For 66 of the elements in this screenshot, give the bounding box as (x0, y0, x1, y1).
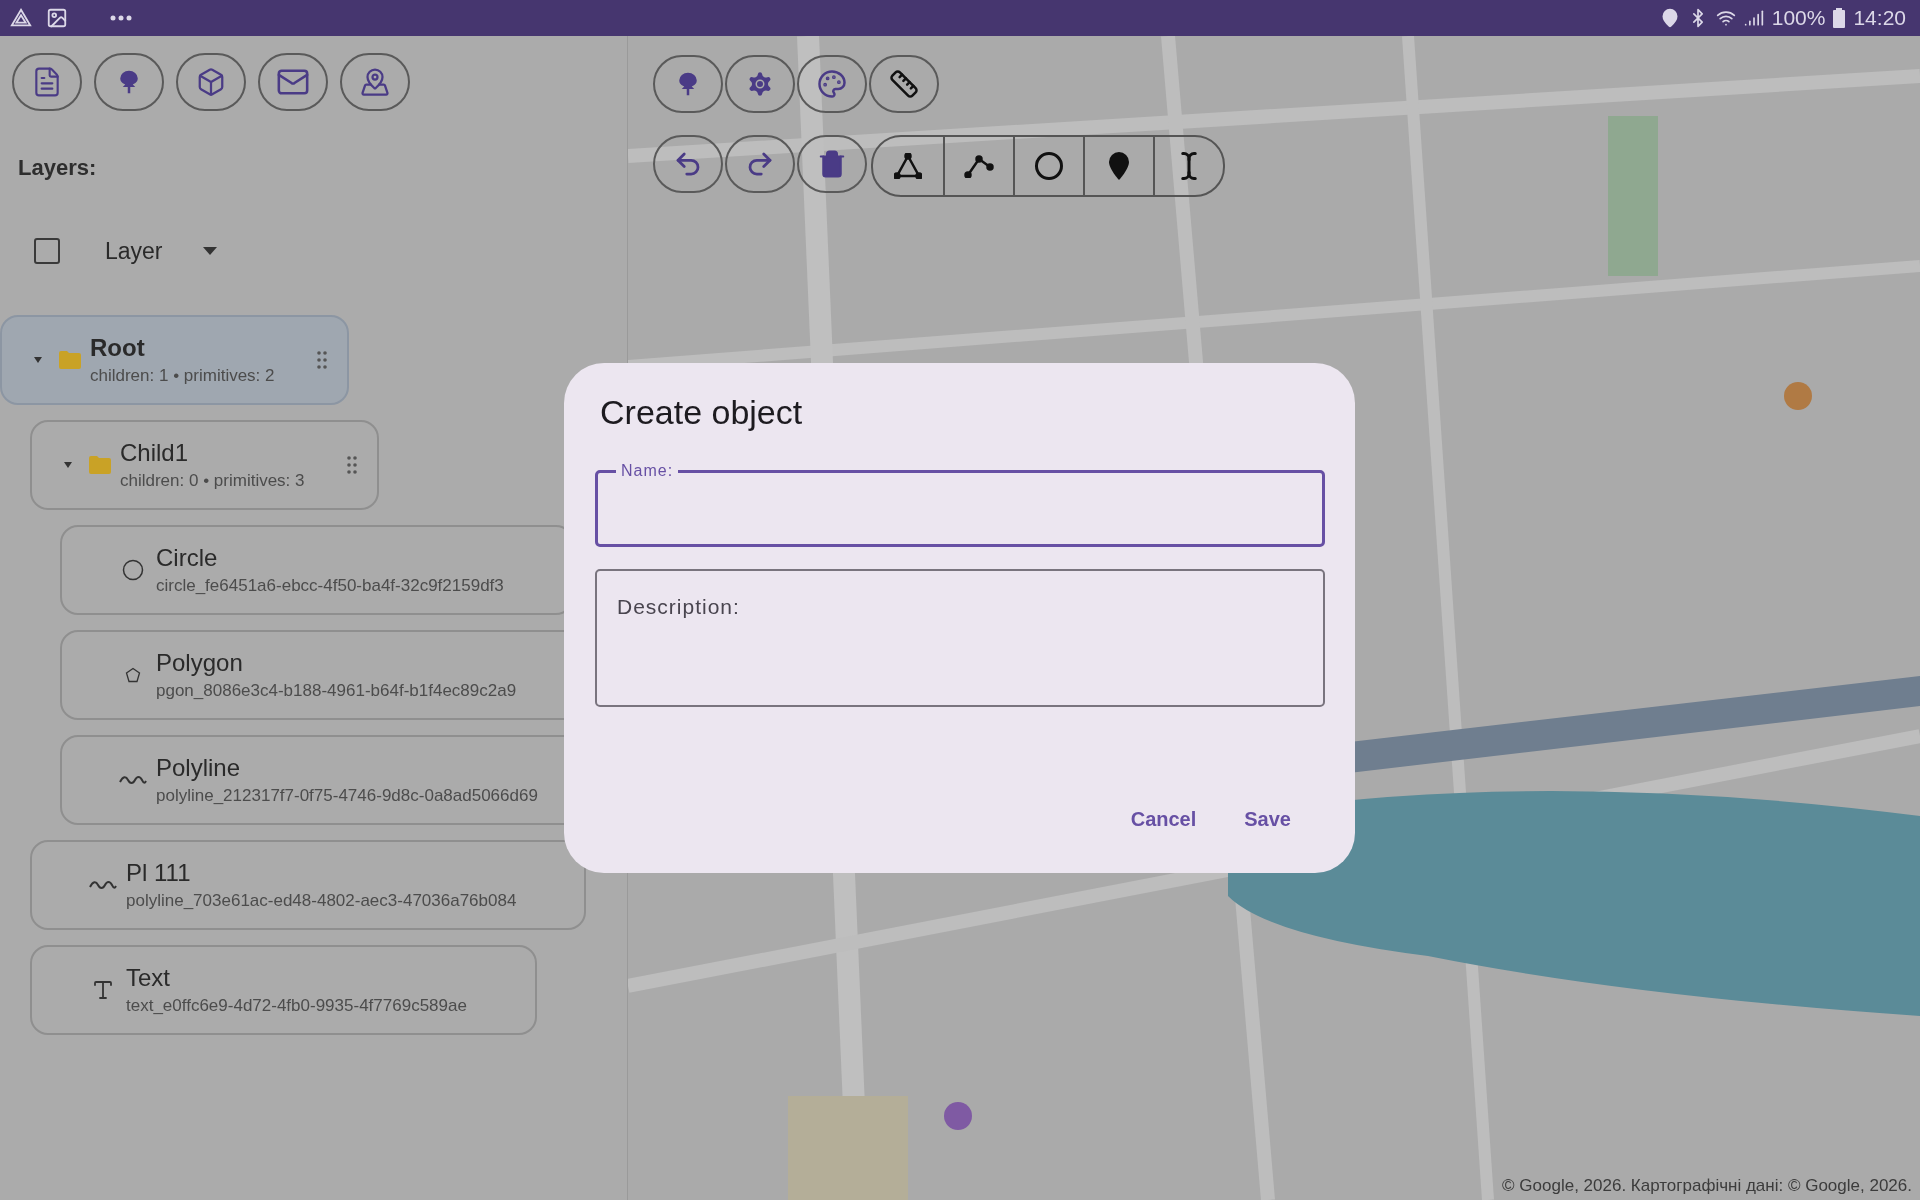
cube-icon (196, 67, 226, 97)
caret-icon (202, 247, 217, 255)
layers-heading: Layers: (18, 155, 98, 181)
layer-item[interactable]: Root children: 1 • primitives: 2 (0, 315, 349, 405)
signal-icon (1743, 8, 1764, 28)
checkbox[interactable] (34, 238, 60, 264)
triangle-icon (894, 153, 922, 179)
layer-name: Circle (156, 544, 219, 572)
layer-details: circle_fe6451a6-ebcc-4f50-ba4f-32c9f2159df3 (156, 576, 504, 596)
wifi-icon (1715, 8, 1736, 28)
document-button[interactable] (12, 53, 82, 111)
triangle-app-icon (10, 7, 32, 29)
drag-handle-icon[interactable] (346, 456, 357, 474)
circle-icon (122, 559, 144, 581)
undo-button[interactable] (653, 135, 723, 193)
more-icon (110, 15, 132, 21)
mail-button[interactable] (258, 53, 328, 111)
map-attribution: © Google, 2026. Картографічні дані: © Google, 2026. (1502, 1176, 1912, 1196)
layer-details: children: 0 • primitives: 3 (120, 471, 305, 491)
layer-item[interactable]: Text text_e0ffc6e9-4d72-4fb0-9935-4f7769c589ae (30, 945, 537, 1035)
dialog-title: Create object (600, 393, 804, 432)
circle-icon (1034, 151, 1064, 181)
layer-name: Text (126, 964, 171, 992)
clock: 14:20 (1853, 6, 1906, 30)
palette-button[interactable] (797, 55, 867, 113)
layer-details: children: 1 • primitives: 2 (90, 366, 275, 386)
battery-percent: 100% (1771, 6, 1826, 30)
layer-name: Pl 111 (126, 859, 192, 887)
layer-name: Polyline (156, 754, 242, 782)
redo-button[interactable] (725, 135, 795, 193)
polyline-icon (964, 154, 994, 178)
wave-icon (119, 774, 147, 786)
battery-icon (1833, 8, 1846, 28)
ruler-button[interactable] (869, 55, 939, 113)
folder-icon (58, 350, 82, 370)
save-button[interactable]: Save (1240, 802, 1295, 837)
delete-button[interactable] (797, 135, 867, 193)
layer-details: polyline_703e61ac-ed48-4802-aec3-47036a76b084 (126, 891, 517, 911)
map-icon (360, 67, 390, 97)
text-icon (91, 978, 115, 1002)
pin-button[interactable] (94, 53, 164, 111)
layer-name: Child1 (120, 439, 190, 467)
map-button[interactable] (340, 53, 410, 111)
marker-icon (1108, 151, 1130, 181)
trash-icon (817, 149, 847, 179)
layer-details: pgon_8086e3c4-b188-4961-b64f-b1f4ec89c2a9 (156, 681, 517, 701)
layer-name: Polygon (156, 649, 244, 677)
settings-button[interactable] (725, 55, 795, 113)
ruler-icon (889, 69, 919, 99)
name-field[interactable]: Name: (595, 462, 1325, 547)
layer-dropdown[interactable]: Layer (105, 233, 217, 269)
image-icon (46, 7, 68, 29)
wave-icon (89, 879, 117, 891)
pentagon-icon (125, 667, 141, 683)
description-field[interactable]: Description: (595, 569, 1325, 707)
cube-button[interactable] (176, 53, 246, 111)
layer-details: polyline_212317f7-0f75-4746-9d8c-0a8ad5066d69 (156, 786, 538, 806)
drag-handle-icon[interactable] (316, 351, 327, 369)
folder-icon (88, 455, 112, 475)
palette-icon (817, 69, 847, 99)
layer-item[interactable]: Pl 111 polyline_703e61ac-ed48-4802-aec3-47036a76b084 (30, 840, 587, 930)
pin-button[interactable] (653, 55, 723, 113)
layer-item[interactable]: Child1 children: 0 • primitives: 3 (30, 420, 379, 510)
cancel-button[interactable]: Cancel (1126, 802, 1201, 837)
layer-name: Root (90, 334, 146, 362)
layer-details: text_e0ffc6e9-4d72-4fb0-9935-4f7769c589ae (126, 996, 467, 1016)
